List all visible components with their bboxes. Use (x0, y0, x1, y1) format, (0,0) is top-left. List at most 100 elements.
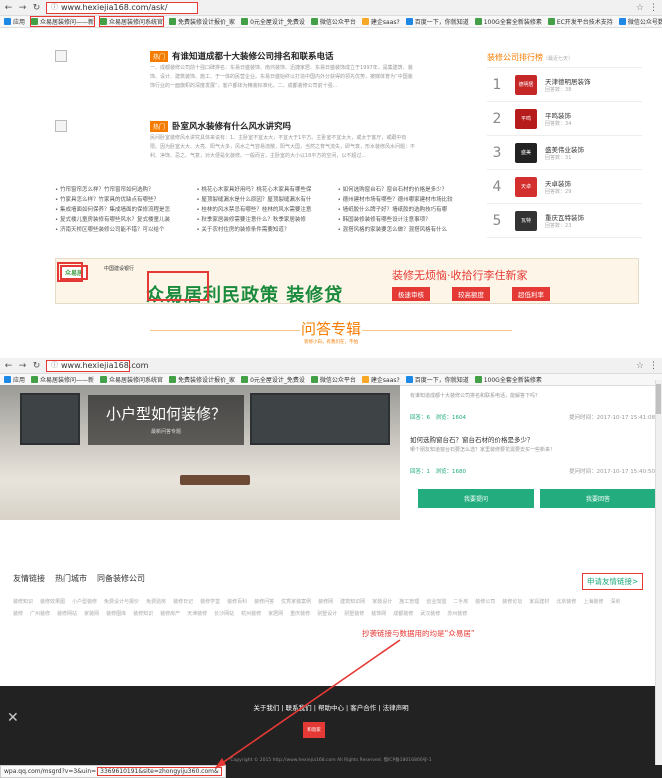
bookmark-zhongyiju-1[interactable]: 众易居装修问——新 (31, 375, 94, 384)
friend-link[interactable]: 家居网 (268, 611, 283, 617)
friend-link[interactable]: 广州装修 (30, 611, 50, 617)
bookmark-zhongyiju-2[interactable]: 众易居装修问系统官 (100, 375, 163, 384)
loan-banner[interactable]: 众易居 中国建设银行 众易居利民政策 装修贷 装修无烦恼·收拾行李住新家 极速审… (55, 258, 639, 304)
bookmark-apps[interactable]: 应用 (4, 375, 25, 384)
answer-question-button[interactable]: 我要回答 (540, 489, 656, 508)
apply-friend-link-button[interactable]: 申请友情链接> (582, 573, 644, 590)
info-icon[interactable]: ⓘ (51, 2, 58, 13)
friend-link[interactable]: 优秀家装案例 (281, 599, 311, 605)
bookmark-6[interactable]: 建企saas? (361, 375, 400, 384)
friend-link[interactable]: 杭州装修 (241, 611, 261, 617)
friend-link[interactable]: 装修问答 (254, 599, 274, 605)
friend-link[interactable]: 家装设计 (372, 599, 392, 605)
friend-link[interactable]: 装修效果图 (40, 599, 65, 605)
close-icon[interactable]: ✕ (7, 710, 19, 726)
ranking-item[interactable]: 1 德明居 天津德明居装饰 回答数：38 (487, 68, 642, 102)
qa-link[interactable]: • 墙纸胶什么牌子好？墙纸胶的选购技巧有哪 (338, 205, 475, 213)
bookmark-3[interactable]: 免费装修设计报价_家 (169, 17, 235, 26)
qa-link[interactable]: • 竹帘窗帘怎么样？竹帘窗帘如何选购？ (55, 185, 192, 193)
footer-nav[interactable]: 关于我们 | 联系我们 | 帮助中心 | 客户合作 | 法律声明 (0, 702, 662, 712)
friend-link[interactable]: 家具建材 (529, 599, 549, 605)
back-icon[interactable]: ← (4, 3, 13, 13)
friend-link[interactable]: 上海装修 (583, 599, 603, 605)
article-title[interactable]: 热门 有谁知道成都十大装修公司排名和联系电话 (150, 50, 334, 62)
qa-link[interactable]: • 屋顶裂缝漏水是什么原因？屋顶裂缝漏水有什 (196, 195, 333, 203)
menu-icon[interactable]: ⋮ (649, 361, 658, 371)
back-icon[interactable]: ← (4, 361, 13, 371)
friend-link[interactable]: 装修知识 (13, 599, 33, 605)
friend-link[interactable]: 免费设计与报价 (104, 599, 139, 605)
star-icon[interactable]: ☆ (636, 3, 644, 13)
bookmark-zhongyiju-1[interactable]: 众易居装修问——新 (30, 16, 96, 27)
tab-friend-links[interactable]: 友情链接 (13, 573, 45, 584)
bookmark-8[interactable]: 100G全套全新装修素 (474, 375, 542, 384)
bookmark-5[interactable]: 微信公众平台 (310, 375, 356, 384)
forward-icon[interactable]: → (18, 3, 27, 13)
bookmark-3[interactable]: 免费装修设计报价_家 (169, 375, 235, 384)
friend-link[interactable]: 装修房产 (160, 611, 180, 617)
qa-link[interactable]: • 关于农村住房的装修条件需要知道？ (196, 225, 333, 233)
scrollbar-thumb[interactable] (656, 384, 661, 414)
bookmark-5[interactable]: 微信公众平台 (310, 17, 356, 26)
bookmark-9[interactable]: EC开发平台技术支持 (547, 17, 613, 26)
friend-link[interactable]: 装修知识 (133, 611, 153, 617)
friend-link[interactable]: 装修公司 (475, 599, 495, 605)
bookmark-6[interactable]: 建企saas? (361, 17, 400, 26)
qa-link[interactable]: • 竹家具怎么样？竹家具的优缺点有哪些？ (55, 195, 192, 203)
refresh-icon[interactable]: ↻ (32, 361, 41, 371)
friend-link[interactable]: 二手房 (453, 599, 468, 605)
friend-link[interactable]: 长沙网站 (214, 611, 234, 617)
friend-link[interactable]: 苏州装修 (447, 611, 467, 617)
qa-link[interactable]: • 韩国装修装修有哪些设计注意事项？ (338, 215, 475, 223)
star-icon[interactable]: ☆ (636, 361, 644, 371)
qa-link[interactable]: • 混搭风格的家装要怎么做？混搭风格有什么 (338, 225, 475, 233)
article-card[interactable]: 热门 卧室风水装修有什么风水讲究吗 民间卧室装修风水讲究具体来说有：1、主卧室不宜… (55, 120, 415, 180)
tab-peer-companies[interactable]: 同备装修公司 (97, 573, 145, 584)
bookmark-4[interactable]: 0元全屋设计_免费设 (241, 375, 305, 384)
ranking-item[interactable]: 2 平鸣 平鸣装饰 回答数：34 (487, 102, 642, 136)
friend-link[interactable]: 装修日记 (173, 599, 193, 605)
qa-link[interactable]: • 秋季家居装修需要注意什么？秋季家居装修 (196, 215, 333, 223)
friend-link[interactable]: 装修图库 (106, 611, 126, 617)
friend-link[interactable]: 武汉装修 (420, 611, 440, 617)
friend-link[interactable]: 别墅装修 (344, 611, 364, 617)
friend-link[interactable]: 别墅设计 (317, 611, 337, 617)
bookmark-8[interactable]: 100G全套全新装修素 (474, 17, 542, 26)
ranking-item[interactable]: 4 天卓 天卓装饰 回答数：29 (487, 170, 642, 204)
friend-link[interactable]: 北京装修 (556, 599, 576, 605)
address-bar[interactable]: ⓘ www.hexiejia168.com (46, 359, 148, 372)
friend-link[interactable]: 天津装修 (187, 611, 207, 617)
bookmark-10[interactable]: 微信公众号数据统计 (618, 17, 662, 26)
bookmark-7[interactable]: 百度一下，你就知道 (405, 17, 469, 26)
friend-link[interactable]: 装修网站 (57, 611, 77, 617)
friend-link[interactable]: 成都装修 (393, 611, 413, 617)
friend-link[interactable]: 装修百科 (227, 599, 247, 605)
tab-hot-cities[interactable]: 热门城市 (55, 573, 87, 584)
friend-link[interactable]: 装修论坛 (502, 599, 522, 605)
ask-question-button[interactable]: 我要提问 (418, 489, 534, 508)
info-icon[interactable]: ⓘ (51, 360, 58, 371)
scrollbar[interactable] (655, 380, 662, 765)
refresh-icon[interactable]: ↻ (32, 3, 41, 13)
qa-link[interactable]: • 集成墙面如何保养？集成墙面的保修流程是怎 (55, 205, 192, 213)
qa-link[interactable]: • 如何选购窗台石？窗台石材的价格是多少？ (338, 185, 475, 193)
hero-image[interactable]: 小户型如何装修？ 最新问答专题 (0, 385, 400, 520)
qa-link[interactable]: • 桃花心木家具好用吗？桃花心木家具有哪些保 (196, 185, 333, 193)
qa-link[interactable]: • 济南天桥区哪些装修公司能不错？可以给个 (55, 225, 192, 233)
ranking-item[interactable]: 5 瓦特 重庆瓦特装饰 回答数：23 (487, 204, 642, 238)
friend-link[interactable]: 重庆装修 (290, 611, 310, 617)
qa-link[interactable]: • 复式楼儿童房装修有哪些风水？复式楼童儿装 (55, 215, 192, 223)
friend-link[interactable]: 家装网 (84, 611, 99, 617)
friend-link[interactable]: 小户型装修 (72, 599, 97, 605)
bookmark-7[interactable]: 百度一下，你就知道 (405, 375, 469, 384)
friend-link[interactable]: 装修学堂 (200, 599, 220, 605)
bookmark-apps[interactable]: 应用 (4, 17, 25, 26)
bookmark-4[interactable]: 0元全屋设计_免费设 (241, 17, 305, 26)
address-bar[interactable]: ⓘ www.hexiejia168.com/ask/ (46, 1, 198, 14)
qa-link[interactable]: • 桂林的风水禁忌有哪些？桂林的风水需要注意 (196, 205, 333, 213)
menu-icon[interactable]: ⋮ (649, 3, 658, 13)
bookmark-zhongyiju-2[interactable]: 众易居装修问系统官 (99, 16, 165, 27)
question-title[interactable]: 如何选购窗台石？窗台石材的价格是多少？ (410, 434, 655, 444)
friend-link[interactable]: 免费验房 (146, 599, 166, 605)
forward-icon[interactable]: → (18, 361, 27, 371)
